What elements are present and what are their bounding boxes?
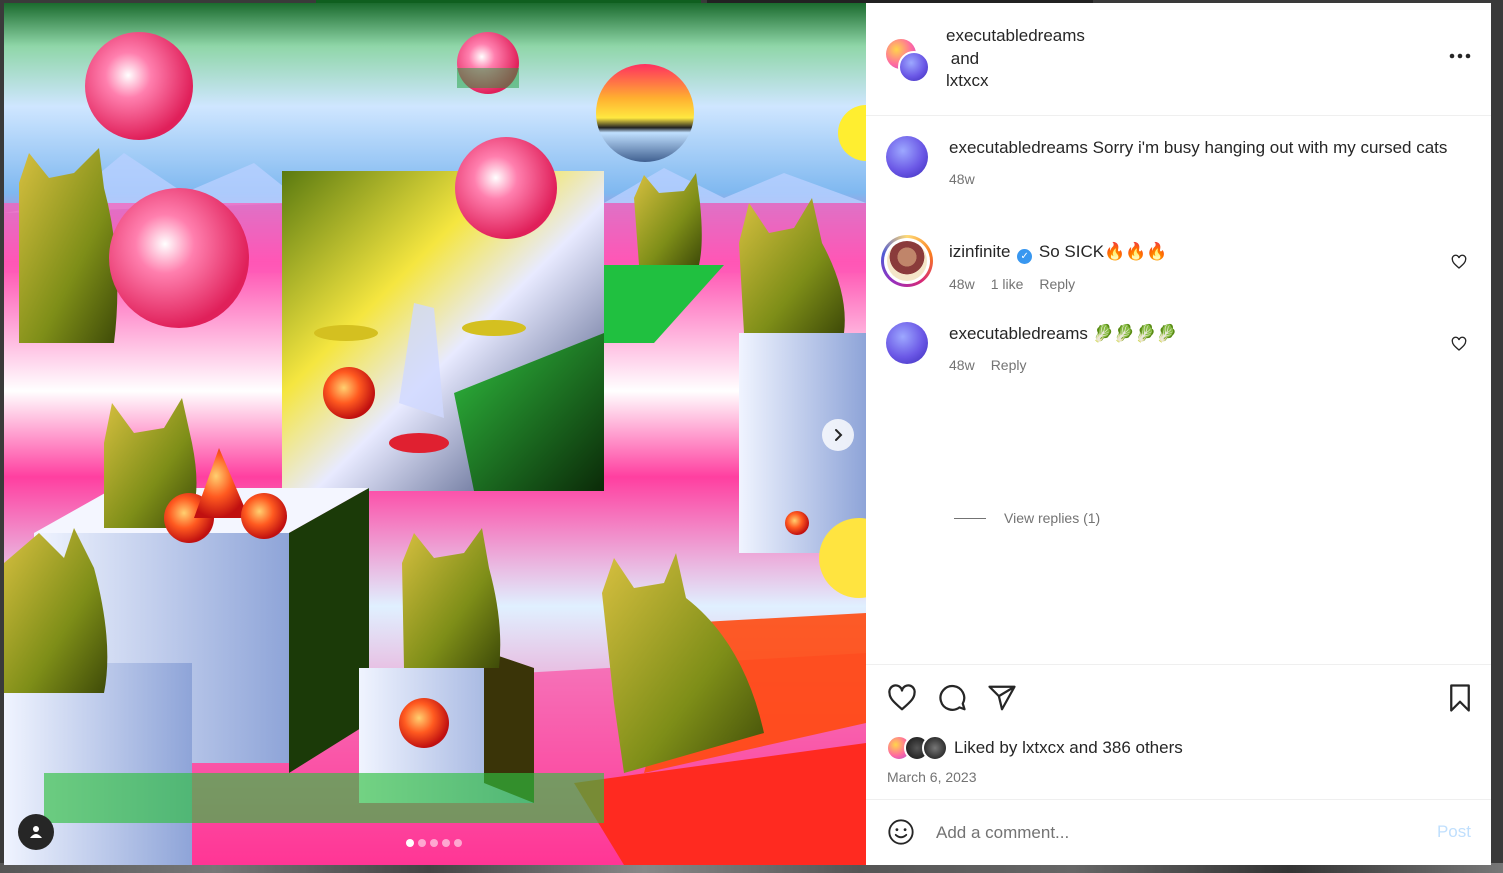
collab-joiner: and — [950, 48, 980, 68]
liked-by-others[interactable]: 386 others — [1102, 738, 1182, 758]
view-replies-button[interactable]: View replies (1) — [954, 510, 1100, 526]
comment-text: So SICK🔥🔥🔥 — [1038, 242, 1168, 261]
avatar[interactable] — [886, 136, 928, 178]
heart-icon — [1451, 254, 1467, 269]
liked-by-joiner: and — [1069, 738, 1098, 757]
heart-icon — [1451, 336, 1467, 351]
comment-list: executabledreams Sorry i'm busy hanging … — [866, 116, 1491, 664]
slide-dot — [442, 839, 450, 847]
save-button[interactable] — [1444, 683, 1476, 715]
view-replies-label: View replies (1) — [1004, 510, 1101, 526]
comment-username[interactable]: executabledreams — [949, 138, 1088, 157]
heart-icon — [888, 684, 916, 711]
chevron-right-icon — [835, 429, 843, 441]
comment-username[interactable]: executabledreams — [949, 324, 1088, 343]
slide-dot — [430, 839, 438, 847]
post-image — [4, 3, 866, 865]
post-actions: Liked by lxtxcx and 386 others March 6, … — [866, 664, 1491, 799]
like-comment-button[interactable] — [1451, 254, 1467, 270]
slide-dot — [454, 839, 462, 847]
slide-dot — [406, 839, 414, 847]
caption-text: Sorry i'm busy hanging out with my curse… — [1092, 138, 1448, 157]
comment-input[interactable] — [936, 820, 1416, 846]
liker-avatars — [886, 735, 950, 761]
smiley-icon — [888, 819, 914, 845]
slide-indicator — [406, 839, 462, 847]
user-icon — [30, 826, 42, 838]
comment-button[interactable] — [936, 683, 968, 715]
post-header: executabledreams and lxtxcx — [866, 3, 1491, 116]
comment-icon — [939, 684, 966, 711]
comment-username[interactable]: izinfinite — [949, 242, 1010, 261]
like-button[interactable] — [886, 683, 918, 715]
avatar[interactable] — [886, 322, 928, 364]
comment-item: izinfinite ✓ So SICK🔥🔥🔥 48w 1 like Reply — [881, 235, 1475, 296]
author-username[interactable]: lxtxcx — [946, 70, 1085, 93]
next-slide-button[interactable] — [822, 419, 854, 451]
post-media — [4, 3, 866, 865]
comment-composer: Post — [866, 799, 1491, 865]
post-modal: executabledreams and lxtxcx executabledr… — [4, 3, 1491, 865]
post-date[interactable]: March 6, 2023 — [887, 769, 977, 785]
caption: executabledreams Sorry i'm busy hanging … — [886, 136, 1475, 191]
avatar — [898, 51, 930, 83]
collab-avatars[interactable] — [886, 39, 934, 83]
avatar — [922, 735, 948, 761]
liked-by-user[interactable]: lxtxcx — [1022, 738, 1065, 758]
share-button[interactable] — [986, 683, 1018, 715]
comment-time[interactable]: 48w — [949, 168, 975, 191]
comment-item: executabledreams 🥬🥬🥬🥬 48w Reply — [886, 322, 1475, 377]
comment-likes[interactable]: 1 like — [991, 273, 1024, 296]
like-comment-button[interactable] — [1451, 336, 1467, 352]
liked-by-prefix: Liked by — [954, 738, 1018, 757]
reply-button[interactable]: Reply — [1039, 273, 1075, 296]
send-icon — [988, 685, 1016, 711]
comment-time[interactable]: 48w — [949, 273, 975, 296]
emoji-button[interactable] — [886, 818, 916, 848]
post-comment-button[interactable]: Post — [1437, 822, 1471, 842]
reply-button[interactable]: Reply — [991, 354, 1027, 377]
comment-text: 🥬🥬🥬🥬 — [1092, 324, 1178, 343]
author-username[interactable]: executabledreams — [946, 25, 1085, 48]
collab-authors: executabledreams and lxtxcx — [946, 25, 1085, 93]
avatar[interactable] — [881, 235, 933, 287]
liked-by: Liked by lxtxcx and 386 others — [886, 735, 1183, 761]
verified-badge-icon: ✓ — [1017, 249, 1033, 264]
post-sidebar: executabledreams and lxtxcx executabledr… — [866, 3, 1491, 865]
more-options-button[interactable] — [1449, 47, 1471, 59]
slide-dot — [418, 839, 426, 847]
comment-time[interactable]: 48w — [949, 354, 975, 377]
tagged-users-button[interactable] — [18, 814, 54, 850]
divider — [954, 517, 986, 519]
bookmark-icon — [1450, 684, 1470, 712]
ellipsis-icon — [1449, 53, 1471, 59]
